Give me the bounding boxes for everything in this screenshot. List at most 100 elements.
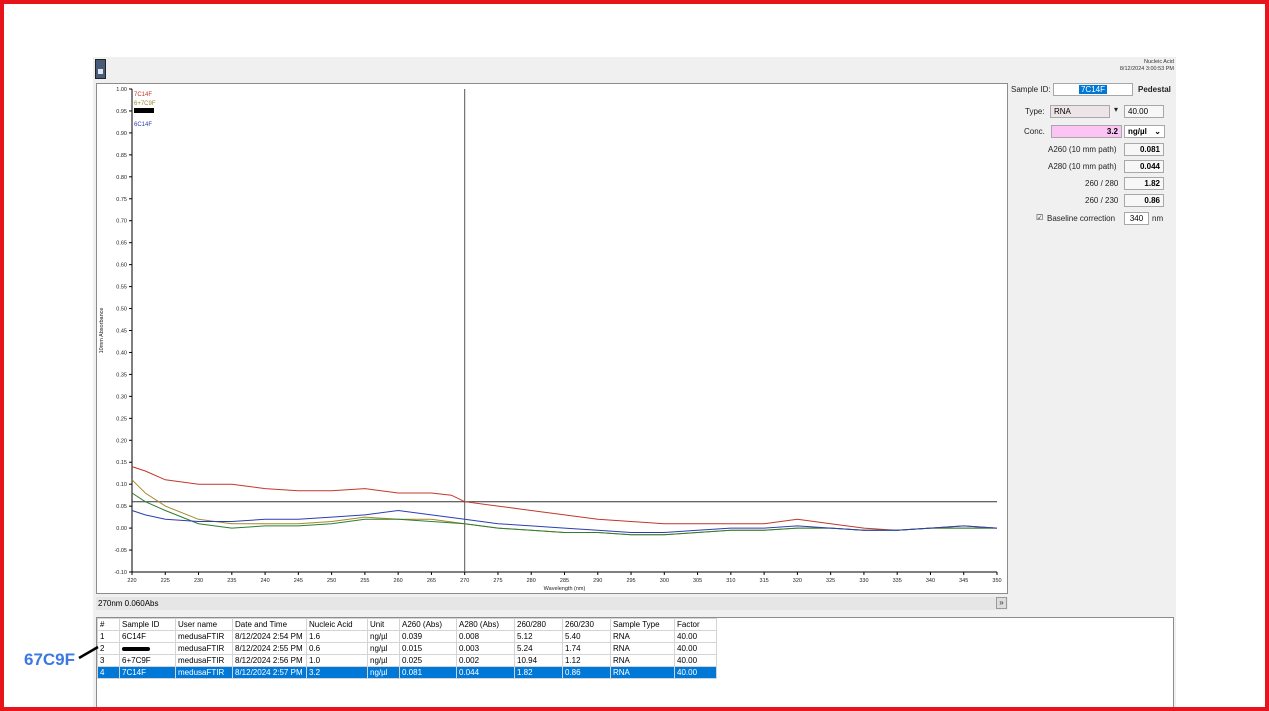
- cell: 5.24: [514, 642, 563, 655]
- x-tick-label: 230: [194, 578, 203, 584]
- x-axis-title: Wavelength (nm): [544, 586, 586, 592]
- col-header[interactable]: Date and Time: [232, 618, 307, 631]
- ratio-260-280-field: 1.82: [1124, 177, 1164, 190]
- baseline-nm-value: 340: [1129, 214, 1144, 223]
- cell: 3: [97, 654, 120, 667]
- table-row[interactable]: 3 6+7C9F medusaFTIR 8/12/2024 2:56 PM 1.0 ng/…: [97, 654, 717, 667]
- y-tick-label: 0.20: [116, 438, 127, 444]
- x-tick-label: 240: [260, 578, 269, 584]
- ratio-260-230-field: 0.86: [1124, 194, 1164, 207]
- conc-value: 3.2: [1106, 127, 1118, 136]
- expand-chevron-icon[interactable]: »: [996, 597, 1007, 609]
- x-tick-label: 265: [427, 578, 436, 584]
- x-tick-label: 305: [693, 578, 702, 584]
- baseline-nm-field[interactable]: 340: [1124, 212, 1149, 225]
- baseline-unit: nm: [1152, 214, 1164, 223]
- table-row[interactable]: 2 medusaFTIR 8/12/2024 2:55 PM 0.6 ng/µl 0.01…: [97, 642, 717, 655]
- y-tick-label: 0.60: [116, 263, 127, 269]
- cell: 8/12/2024 2:54 PM: [232, 630, 307, 643]
- cell: 1.6: [306, 630, 368, 643]
- col-header[interactable]: Nucleic Acid: [306, 618, 368, 631]
- baseline-label: Baseline correction: [1047, 214, 1116, 223]
- app-logo-icon[interactable]: [95, 59, 106, 79]
- conc-value-field[interactable]: 3.2: [1051, 125, 1122, 138]
- cell: 40.00: [674, 654, 717, 667]
- cursor-readout: 270nm 0.060Abs: [96, 597, 1008, 610]
- type-select[interactable]: RNA: [1050, 105, 1110, 118]
- y-tick-label: 0.00: [116, 526, 127, 532]
- legend-entry: 6C14F: [134, 122, 152, 128]
- sample-id-field[interactable]: 7C14F: [1053, 83, 1133, 96]
- x-tick-label: 250: [327, 578, 336, 584]
- y-tick-label: 0.05: [116, 504, 127, 510]
- cell: 1.12: [562, 654, 611, 667]
- cell: 1.74: [562, 642, 611, 655]
- conc-label: Conc.: [1024, 127, 1045, 136]
- col-header[interactable]: #: [97, 618, 120, 631]
- cell: 1: [97, 630, 120, 643]
- x-tick-label: 300: [660, 578, 669, 584]
- cell: 0.008: [456, 630, 515, 643]
- type-dropdown-icon[interactable]: ▾: [1114, 105, 1118, 114]
- x-tick-label: 275: [493, 578, 502, 584]
- x-tick-label: 220: [127, 578, 136, 584]
- cell: 5.12: [514, 630, 563, 643]
- a280-field: 0.044: [1124, 160, 1164, 173]
- col-header[interactable]: User name: [175, 618, 233, 631]
- conc-unit: ng/µl: [1128, 127, 1147, 136]
- x-tick-label: 315: [760, 578, 769, 584]
- cell: 4: [97, 666, 120, 679]
- annotation-label: 67C9F: [24, 650, 76, 669]
- baseline-checkbox[interactable]: ☑: [1036, 213, 1043, 222]
- cell: 0.044: [456, 666, 515, 679]
- conc-unit-select[interactable]: ng/µl ⌄: [1124, 125, 1165, 138]
- y-tick-label: 1.00: [116, 87, 127, 93]
- app-mode-text: Nucleic Acid: [1144, 59, 1174, 65]
- results-table: # Sample ID User name Date and Time Nucl…: [97, 618, 717, 679]
- cell: 0.015: [399, 642, 457, 655]
- cell: medusaFTIR: [175, 666, 233, 679]
- col-header[interactable]: A260 (Abs): [399, 618, 457, 631]
- x-tick-label: 310: [726, 578, 735, 584]
- y-tick-label: 0.50: [116, 307, 127, 313]
- x-tick-label: 320: [793, 578, 802, 584]
- annotation-arrow-line: [78, 645, 99, 660]
- legend-entry: 6+7C9F: [134, 101, 156, 107]
- col-header[interactable]: 260/230: [562, 618, 611, 631]
- cell: RNA: [610, 654, 675, 667]
- table-row-selected[interactable]: 4 7C14F medusaFTIR 8/12/2024 2:57 PM 3.2 ng/µ…: [97, 666, 717, 679]
- cell: 0.86: [562, 666, 611, 679]
- cell: 0.081: [399, 666, 457, 679]
- cell: 0.003: [456, 642, 515, 655]
- col-header[interactable]: Factor: [674, 618, 717, 631]
- cell: medusaFTIR: [175, 630, 233, 643]
- sample-id-value: 7C14F: [1078, 85, 1107, 94]
- col-header[interactable]: Sample Type: [610, 618, 675, 631]
- a280-label: A280 (10 mm path): [1048, 162, 1117, 171]
- y-tick-label: 0.80: [116, 175, 127, 181]
- cell: ng/µl: [367, 642, 400, 655]
- y-tick-label: 0.90: [116, 131, 127, 137]
- y-tick-label: 0.55: [116, 285, 127, 291]
- ratio-260-230-value: 0.86: [1144, 196, 1160, 205]
- table-row[interactable]: 1 6C14F medusaFTIR 8/12/2024 2:54 PM 1.6 ng/µ…: [97, 630, 717, 643]
- results-table-panel: # Sample ID User name Date and Time Nucl…: [96, 617, 1174, 711]
- col-header[interactable]: Unit: [367, 618, 400, 631]
- table-header-row: # Sample ID User name Date and Time Nucl…: [97, 618, 717, 631]
- cell: 0.6: [306, 642, 368, 655]
- ratio-260-280-label: 260 / 280: [1085, 179, 1119, 188]
- y-tick-label: 0.40: [116, 350, 127, 356]
- spectrum-chart[interactable]: -0.10 -0.05 0.00 0.05 0.10 0.15 0.20 0.25 0.30 0.…: [96, 83, 1008, 594]
- x-tick-label: 270: [460, 578, 469, 584]
- x-tick-label: 340: [926, 578, 935, 584]
- cell: RNA: [610, 642, 675, 655]
- header-info: Nucleic Acid 8/12/2024 3:00:53 PM: [1120, 59, 1174, 73]
- factor-field[interactable]: 40.00: [1124, 105, 1164, 118]
- cell: 8/12/2024 2:57 PM: [232, 666, 307, 679]
- x-tick-label: 280: [527, 578, 536, 584]
- x-tick-label: 260: [394, 578, 403, 584]
- col-header[interactable]: Sample ID: [119, 618, 176, 631]
- x-tick-label: 285: [560, 578, 569, 584]
- col-header[interactable]: 260/280: [514, 618, 563, 631]
- col-header[interactable]: A280 (Abs): [456, 618, 515, 631]
